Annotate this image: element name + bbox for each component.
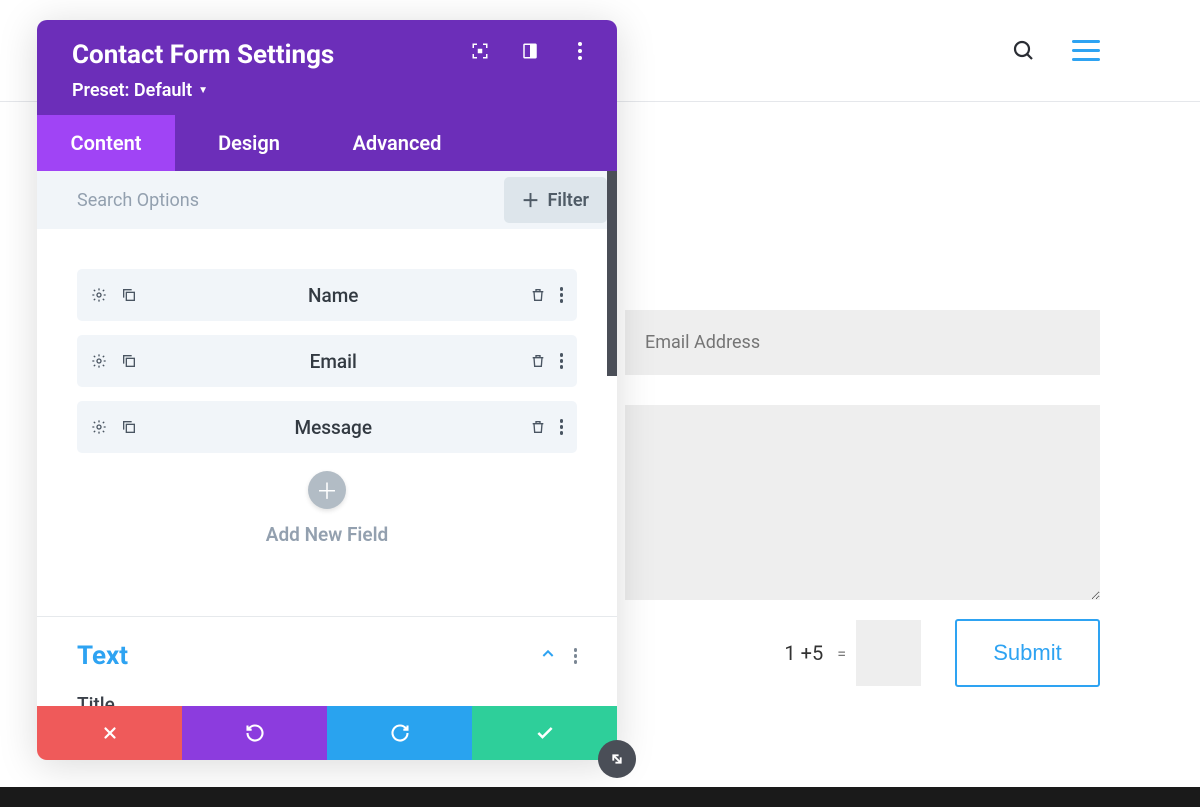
search-row: ＋ Filter: [37, 171, 617, 229]
duplicate-icon[interactable]: [121, 287, 137, 303]
caret-down-icon: ▼: [198, 85, 208, 96]
field-item-name[interactable]: Name: [77, 269, 577, 321]
undo-button[interactable]: [182, 706, 327, 760]
search-options-input[interactable]: [37, 176, 504, 225]
settings-modal: Contact Form Settings Preset: Default ▼ …: [37, 20, 617, 760]
field-label: Message: [137, 416, 530, 439]
field-item-message[interactable]: Message: [77, 401, 577, 453]
field-item-email[interactable]: Email: [77, 335, 577, 387]
search-icon[interactable]: [1012, 39, 1036, 63]
scrollbar[interactable]: [607, 171, 617, 376]
resize-handle-icon[interactable]: [598, 740, 636, 778]
chevron-up-icon[interactable]: [540, 646, 556, 667]
more-options-icon[interactable]: [571, 42, 589, 60]
captcha-equals: =: [837, 644, 846, 663]
field-label: Email: [137, 350, 530, 373]
add-field-label: Add New Field: [77, 523, 577, 546]
duplicate-icon[interactable]: [121, 353, 137, 369]
tab-advanced[interactable]: Advanced: [323, 115, 471, 171]
captcha-row: 1 +5 = Submit: [625, 619, 1100, 687]
plus-icon: ＋: [522, 187, 540, 213]
hamburger-menu-icon[interactable]: [1072, 40, 1100, 61]
message-textarea[interactable]: [625, 405, 1100, 600]
tab-design[interactable]: Design: [175, 115, 323, 171]
cancel-button[interactable]: [37, 706, 182, 760]
responsive-view-icon[interactable]: [521, 42, 539, 60]
title-label: Title: [77, 693, 577, 706]
captcha-answer-input[interactable]: [856, 620, 921, 686]
filter-label: Filter: [548, 190, 589, 211]
modal-header: Contact Form Settings Preset: Default ▼: [37, 20, 617, 115]
add-new-field-zone: ＋ Add New Field: [77, 471, 577, 546]
item-more-icon[interactable]: [560, 353, 564, 369]
form-preview: 1 +5 = Submit: [625, 310, 1100, 687]
text-section-heading[interactable]: Text: [77, 641, 540, 671]
bottom-bar: [0, 787, 1200, 807]
item-more-icon[interactable]: [560, 287, 564, 303]
section-more-icon[interactable]: [574, 648, 578, 664]
modal-tabs: Content Design Advanced: [37, 115, 617, 171]
item-more-icon[interactable]: [560, 419, 564, 435]
tab-content[interactable]: Content: [37, 115, 175, 171]
email-address-input[interactable]: [625, 310, 1100, 375]
fields-list: Name Email: [37, 229, 617, 580]
modal-footer: [37, 706, 617, 760]
submit-button[interactable]: Submit: [955, 619, 1100, 687]
filter-button[interactable]: ＋ Filter: [504, 177, 607, 223]
add-field-button[interactable]: ＋: [308, 471, 346, 509]
captcha-question: 1 +5: [784, 641, 823, 665]
save-button[interactable]: [472, 706, 617, 760]
focus-mode-icon[interactable]: [471, 42, 489, 60]
redo-button[interactable]: [327, 706, 472, 760]
duplicate-icon[interactable]: [121, 419, 137, 435]
modal-body: ＋ Filter Name Em: [37, 171, 617, 706]
gear-icon[interactable]: [91, 353, 107, 369]
trash-icon[interactable]: [530, 287, 546, 303]
preset-dropdown[interactable]: Preset: Default ▼: [72, 80, 208, 101]
gear-icon[interactable]: [91, 287, 107, 303]
trash-icon[interactable]: [530, 419, 546, 435]
preset-label: Preset: Default: [72, 80, 192, 101]
gear-icon[interactable]: [91, 419, 107, 435]
trash-icon[interactable]: [530, 353, 546, 369]
field-label: Name: [137, 284, 530, 307]
text-section: Text Title: [37, 617, 617, 706]
